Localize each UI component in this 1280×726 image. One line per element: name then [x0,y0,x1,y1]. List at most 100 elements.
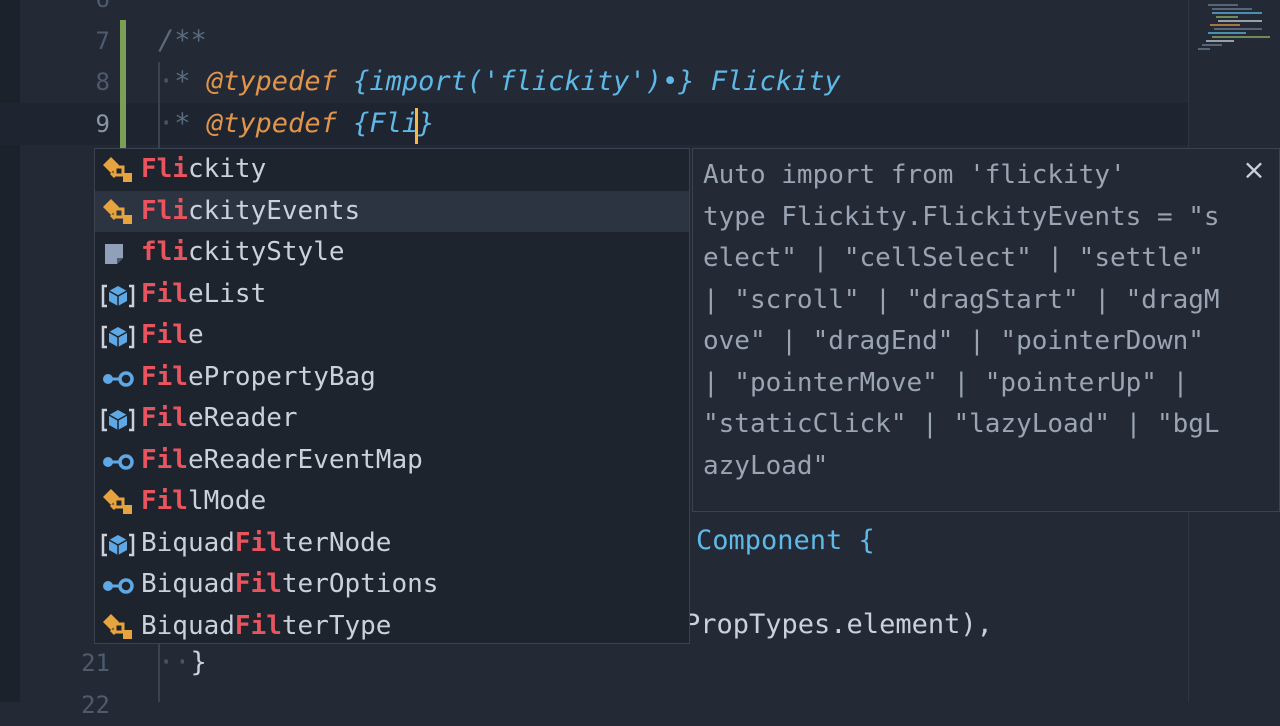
code-text: ··} [158,642,207,684]
code-line[interactable]: 9 ·* @typedef {Fli} [0,102,1188,145]
autocomplete-list[interactable]: Flickity FlickityEvents flickityStyle FileL… [94,148,690,644]
git-modified-indicator [120,20,126,148]
suggestion-match: Fil [141,486,188,516]
suggestion-prefix: Biquad [141,569,235,599]
suggestion-match: Fil [141,278,188,309]
minimap-line [1198,48,1210,50]
suggestion-item[interactable]: FileReaderEventMap [95,440,689,482]
code-token: Flickity [710,66,841,97]
type-alias-icon [101,155,135,185]
code-line[interactable]: 6 [0,0,1188,20]
minimap-line [1208,4,1238,6]
code-token: * [174,66,207,97]
bg-code-proptypes: PropTypes.element), [684,609,993,640]
minimap-line [1210,24,1240,26]
suggestion-item[interactable]: FilePropertyBag [95,357,689,399]
suggestion-label: FlickityEvents [141,191,360,232]
close-details-button[interactable]: × [1239,153,1269,187]
code-token: @typedef [206,107,337,139]
code-token: } [190,647,207,678]
code-token: {Fli} [353,107,435,139]
suggestion-label: BiquadFilterNode [141,523,391,564]
suggestion-item[interactable]: BiquadFilterOptions [95,564,689,606]
minimap-line [1214,28,1262,30]
interface-icon [101,363,135,393]
code-token: * [174,107,207,139]
line-number: 8 [95,68,110,96]
suggestion-prefix: Biquad [141,527,235,558]
minimap-line [1206,40,1234,42]
suggestion-label: FilePropertyBag [141,357,376,398]
line-number: 6 [40,0,110,20]
suggestion-suffix: ePropertyBag [187,361,376,392]
type-alias-icon [101,612,135,642]
suggestion-suffix: terOptions [281,569,439,599]
code-line[interactable]: 21 ··} [0,642,1188,684]
line-number: 22 [81,690,110,719]
minimap-line [1218,20,1262,22]
suggestion-item[interactable]: BiquadFilterType [95,606,689,644]
code-line[interactable]: 8 ·* @typedef {import('flickity')•} Flick… [0,61,1188,103]
suggestion-item[interactable]: FileList [95,274,689,316]
suggestion-match: Fil [141,444,188,475]
code-text: ·* @typedef {import('flickity')•} Flicki… [158,61,841,103]
suggestion-match: Fil [141,403,188,433]
suggestion-label: Flickity [141,149,266,190]
whitespace-marker: · [158,107,175,139]
suggestion-suffix: terType [281,610,392,641]
suggestion-item[interactable]: FillMode [95,481,689,523]
code-token: /** [158,24,207,56]
code-token: @typedef [206,66,337,97]
suggestion-suffix: lMode [187,486,267,516]
suggestion-suffix: eReaderEventMap [187,444,423,475]
code-line[interactable]: 22 [0,684,1188,726]
suggestion-item[interactable]: FileReader [95,398,689,440]
suggestion-match: Fil [141,320,188,350]
suggestion-label: FileReaderEventMap [141,440,423,481]
suggestion-match: fli [141,237,188,267]
minimap-line [1208,32,1246,34]
interface-icon [101,446,135,476]
suggestion-match: Fil [234,527,282,558]
whitespace-marker: · [158,66,175,97]
suggestion-label: BiquadFilterOptions [141,564,438,605]
suggestion-item[interactable]: BiquadFilterNode [95,523,689,565]
suggestion-match: Fil [234,610,282,641]
code-token: {import('flickity')•} [353,66,695,97]
suggestion-suffix: eReader [187,403,298,433]
code-text: ·* @typedef {Fli} [158,103,434,145]
suggestion-label: FillMode [141,481,266,522]
suggestion-match: Fli [141,154,188,184]
suggestion-suffix: terNode [281,527,392,558]
minimap-line [1212,12,1262,14]
suggestion-label: BiquadFilterType [141,606,392,644]
suggestion-item[interactable]: File [95,315,689,357]
variable-icon [101,238,135,268]
type-alias-icon [101,197,135,227]
suggestion-prefix: Biquad [141,610,235,641]
suggestion-item[interactable]: FlickityEvents [95,190,689,232]
suggestion-item[interactable]: flickityStyle [95,232,689,274]
minimap-line [1202,44,1222,46]
code-text: /** [158,20,207,62]
suggestion-label: flickityStyle [141,232,345,273]
class-icon [101,529,135,559]
class-icon [101,404,135,434]
suggestion-match: Fil [234,569,282,599]
class-icon [101,321,135,351]
bg-code-component: Component { [696,525,875,556]
suggestion-item[interactable]: Flickity [95,149,689,191]
line-number: 9 [95,109,110,138]
suggestion-details-text: Auto import from 'flickity' type Flickit… [703,160,1220,481]
type-alias-icon [101,487,135,517]
suggestion-suffix: ckityEvents [187,195,361,226]
suggestion-label: FileReader [141,398,298,439]
suggestion-details-panel: Auto import from 'flickity' type Flickit… [692,148,1280,512]
suggestion-match: Fil [141,361,188,392]
code-line[interactable]: 7 /** [0,20,1188,62]
line-number: 7 [95,26,110,55]
suggestion-suffix: ckity [187,154,267,184]
